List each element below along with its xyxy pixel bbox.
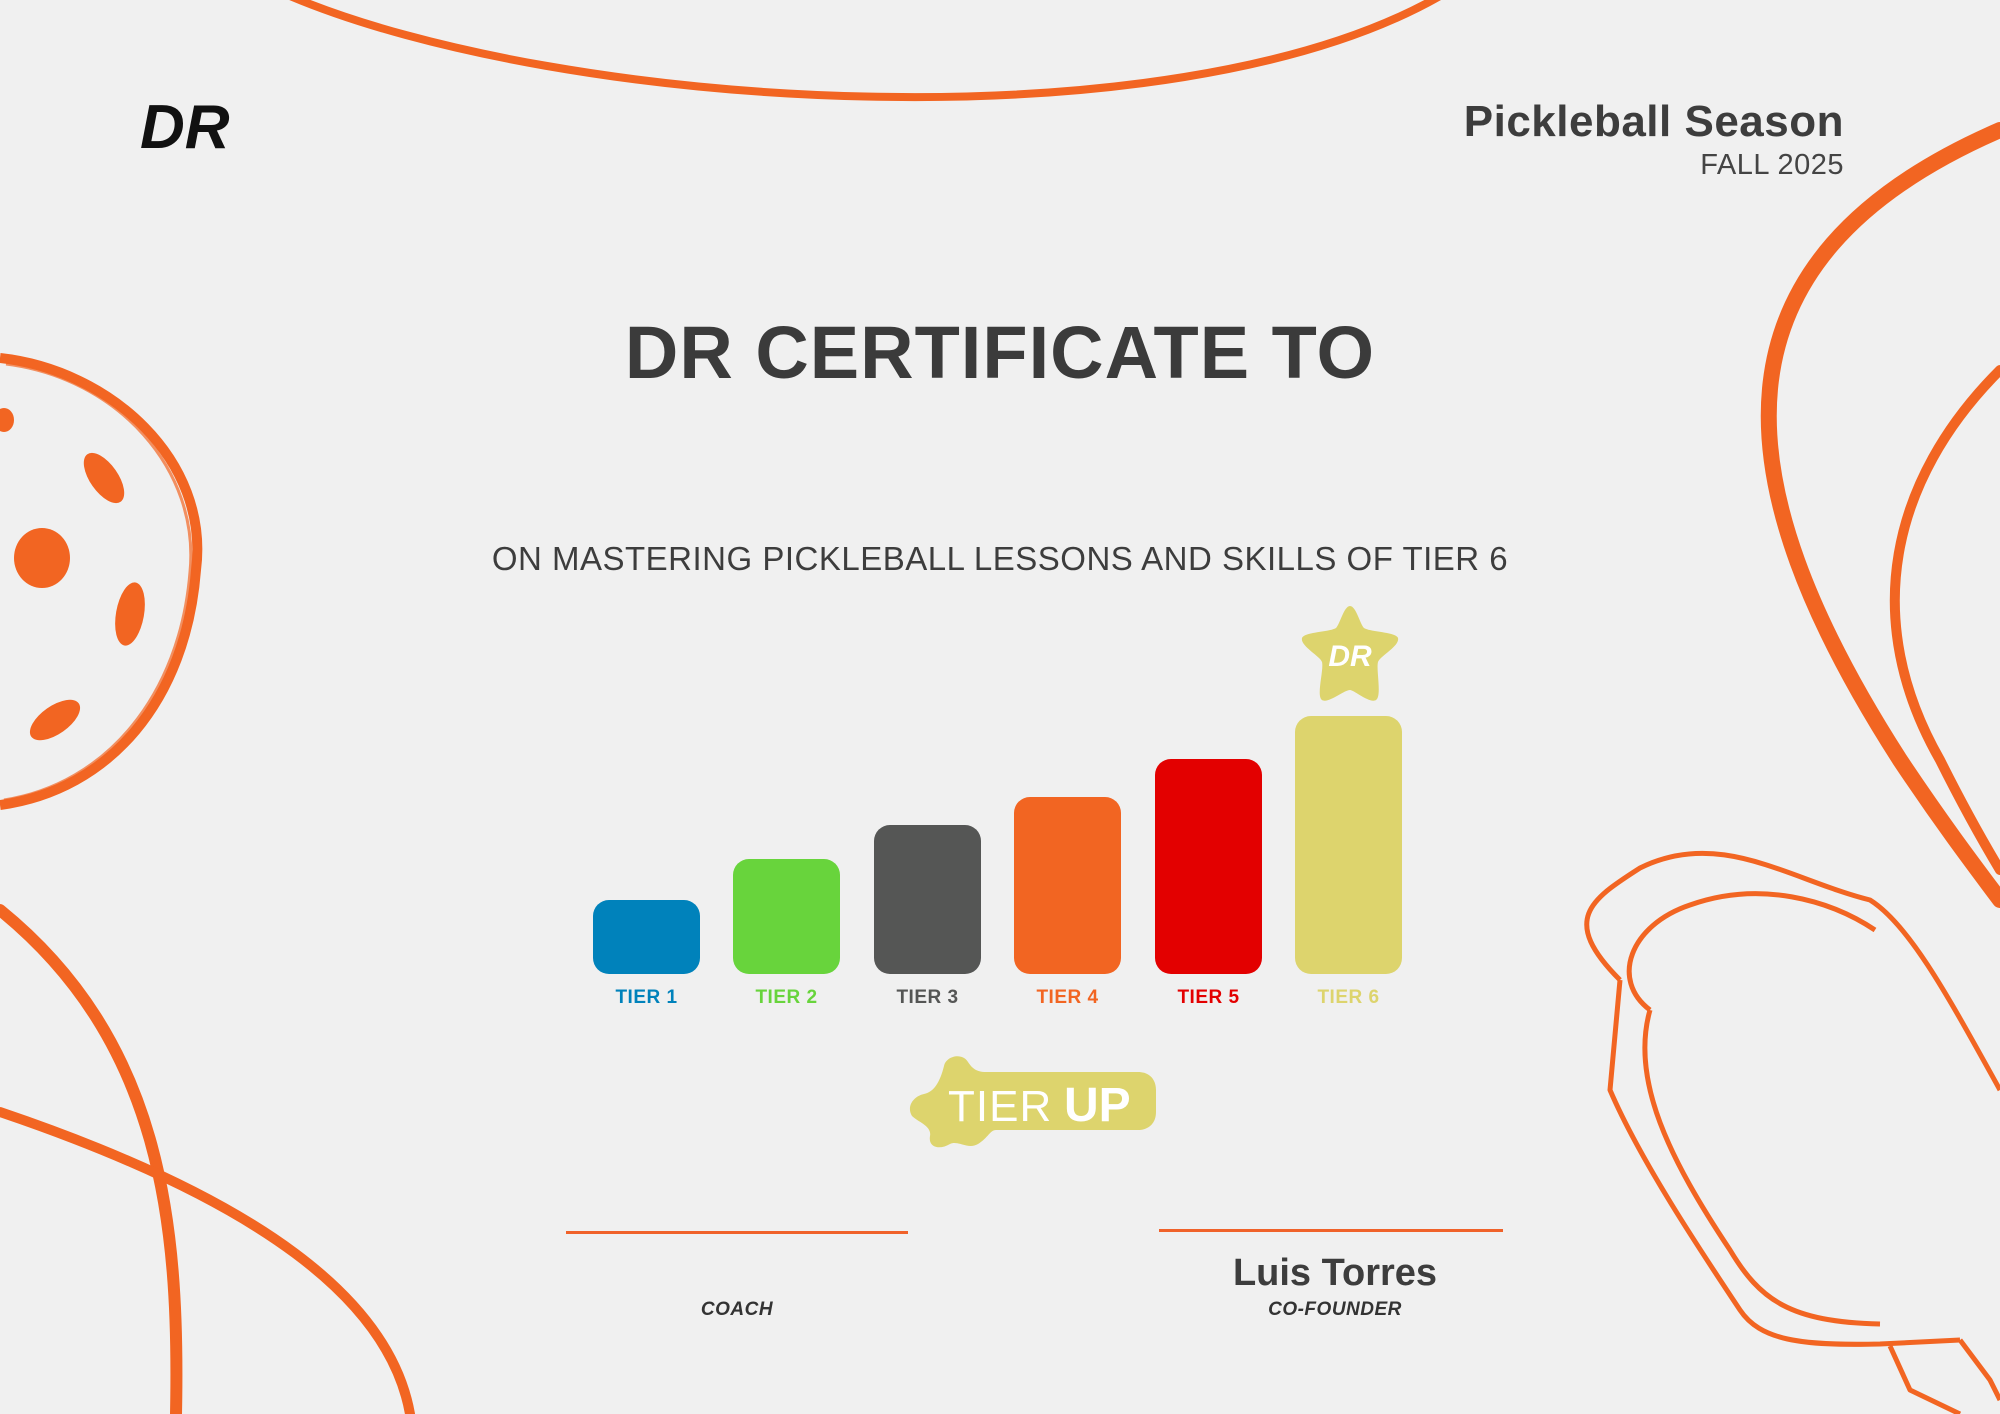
tier-label-4: TIER 4	[1036, 987, 1099, 1008]
cofounder-role: CO-FOUNDER	[1268, 1299, 1402, 1320]
star-badge-icon: DR	[1301, 606, 1399, 701]
svg-text:DR: DR	[1328, 640, 1372, 673]
coach-signature-line	[566, 1231, 908, 1234]
tier-progression: TIER 1 TIER 2 TIER 3 TIER 4 TIER 5 TIER 6	[0, 0, 2000, 1414]
tier-label-5: TIER 5	[1177, 987, 1240, 1008]
tier-bar-5	[1155, 759, 1262, 974]
svg-text:TIER: TIER	[948, 1082, 1052, 1131]
cofounder-signature-line	[1159, 1229, 1503, 1232]
tier-bar-2	[733, 859, 840, 974]
tierup-badge-icon: TIER UP	[909, 1056, 1156, 1148]
tier-bar-6	[1295, 716, 1402, 974]
tier-label-3: TIER 3	[896, 987, 959, 1008]
tier-label-6: TIER 6	[1317, 987, 1380, 1008]
coach-role: COACH	[700, 1299, 774, 1320]
tier-bar-4	[1014, 797, 1121, 974]
cofounder-name: Luis Torres	[1232, 1252, 1438, 1294]
tier-label-1: TIER 1	[615, 987, 678, 1008]
svg-text:UP: UP	[1064, 1079, 1131, 1132]
tier-label-2: TIER 2	[755, 987, 818, 1008]
tier-bar-1	[593, 900, 700, 974]
tier-bar-3	[874, 825, 981, 974]
